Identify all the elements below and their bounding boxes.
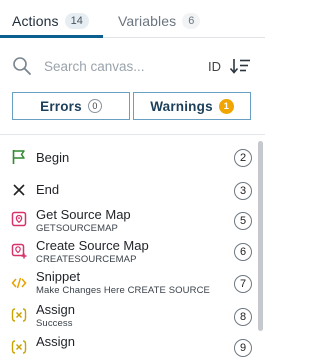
- item-subtitle: CREATESOURCEMAP: [36, 254, 137, 265]
- action-list: Begin 2 End 3 Get Source Map GETSOURCEMA…: [0, 135, 258, 357]
- source-map-icon: [11, 211, 27, 227]
- warnings-label: Warnings: [150, 98, 213, 114]
- tab-variables-count: 6: [182, 13, 201, 29]
- tab-variables[interactable]: Variables 6: [118, 11, 201, 31]
- errors-filter-button[interactable]: Errors 0: [12, 92, 130, 120]
- item-number-badge: 2: [234, 149, 252, 167]
- errors-count-badge: 0: [87, 99, 102, 113]
- item-subtitle: Make Changes Here CREATE SOURCE: [36, 285, 210, 296]
- search-icon: [13, 57, 31, 75]
- item-title: Assign: [36, 334, 76, 349]
- list-item-assign[interactable]: Assign Success 8: [0, 302, 258, 334]
- list-item-assign[interactable]: Assign 9: [0, 334, 258, 357]
- search-input[interactable]: [44, 54, 194, 78]
- list-item-begin[interactable]: Begin 2: [0, 145, 258, 173]
- variable-icon: [11, 308, 27, 322]
- item-title: Snippet: [36, 269, 81, 284]
- item-title: Assign: [36, 302, 76, 317]
- close-icon: [13, 184, 25, 196]
- list-item-end[interactable]: End 3: [0, 177, 258, 205]
- code-icon: [11, 277, 27, 289]
- warnings-filter-button[interactable]: Warnings 1: [133, 92, 251, 120]
- sort-id-label[interactable]: ID: [208, 59, 221, 74]
- search-row: ID: [0, 52, 265, 80]
- item-number-badge: 5: [234, 212, 252, 230]
- tab-actions-count: 14: [64, 13, 89, 29]
- item-title: Create Source Map: [36, 238, 149, 253]
- active-tab-indicator: [0, 35, 103, 38]
- list-item-snippet[interactable]: Snippet Make Changes Here CREATE SOURCE …: [0, 269, 258, 302]
- item-title: End: [36, 182, 60, 197]
- item-title: Begin: [36, 150, 70, 165]
- item-number-badge: 6: [234, 243, 252, 261]
- flag-icon: [12, 150, 25, 164]
- tab-actions-label: Actions: [12, 13, 59, 29]
- item-subtitle: GETSOURCEMAP: [36, 223, 118, 234]
- item-subtitle: Success: [36, 318, 73, 329]
- sort-order-icon[interactable]: [229, 57, 251, 75]
- item-title: Get Source Map: [36, 207, 131, 222]
- tab-actions[interactable]: Actions 14: [12, 11, 89, 31]
- list-item-create-source-map[interactable]: Create Source Map CREATESOURCEMAP 6: [0, 238, 258, 271]
- item-number-badge: 3: [234, 182, 252, 200]
- item-number-badge: 9: [234, 339, 252, 357]
- tab-bar: Actions 14 Variables 6: [0, 0, 265, 38]
- item-number-badge: 7: [234, 275, 252, 293]
- filter-buttons: Errors 0 Warnings 1: [12, 92, 251, 120]
- errors-label: Errors: [40, 98, 82, 114]
- warnings-count-badge: 1: [218, 98, 234, 114]
- variable-icon: [11, 340, 27, 354]
- list-item-get-source-map[interactable]: Get Source Map GETSOURCEMAP 5: [0, 207, 258, 239]
- list-scrollbar[interactable]: [258, 141, 263, 331]
- create-source-map-icon: [11, 243, 27, 259]
- tab-variables-label: Variables: [118, 13, 177, 29]
- item-number-badge: 8: [234, 308, 252, 326]
